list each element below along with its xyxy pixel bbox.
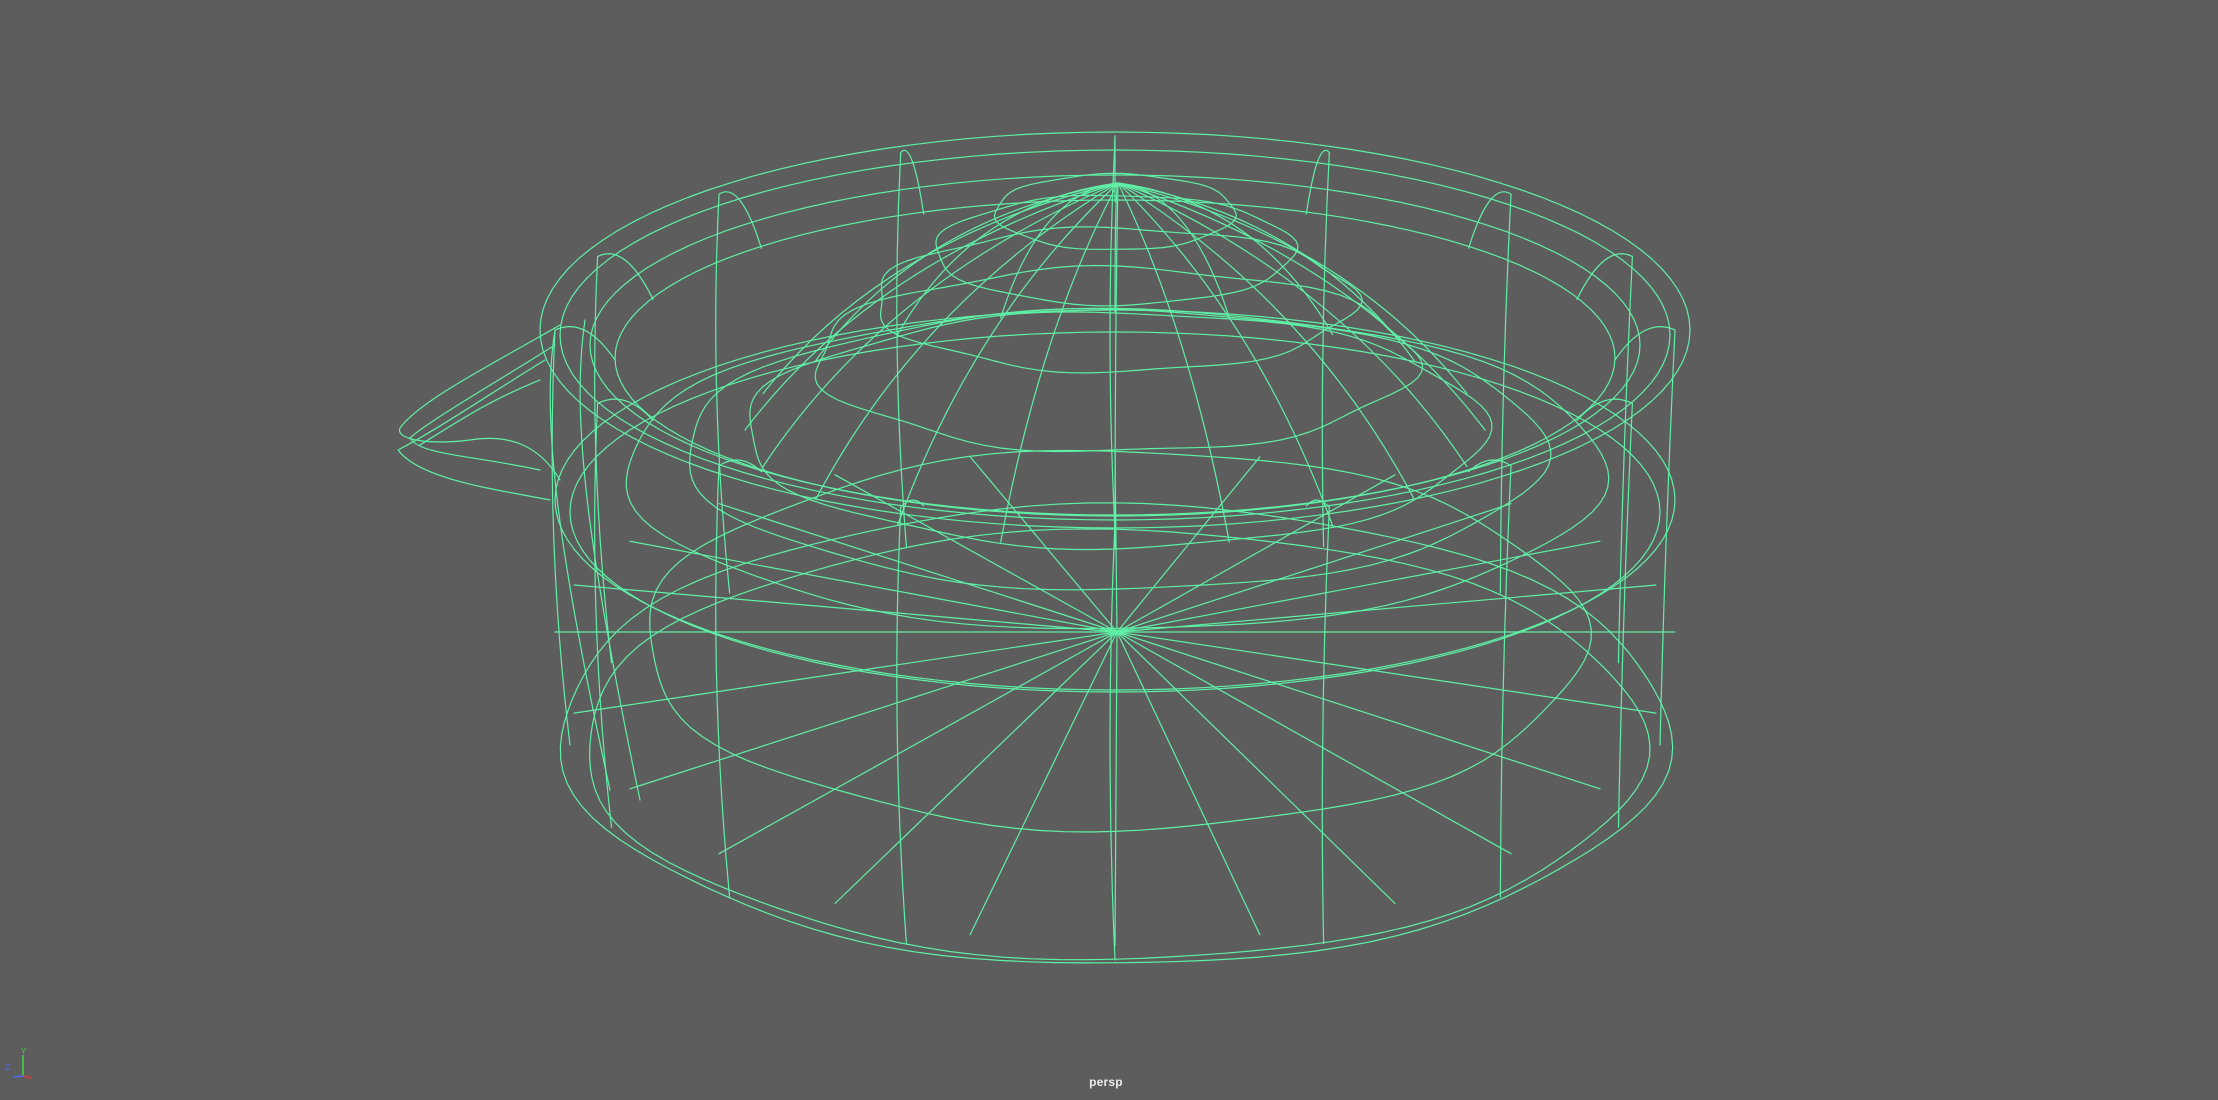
z-axis-line xyxy=(12,1075,24,1078)
wall-rib xyxy=(896,506,907,945)
camera-name-label: persp xyxy=(1089,1075,1123,1089)
floor-spoke xyxy=(1116,631,1396,905)
y-axis-label: Y xyxy=(21,1047,27,1056)
cone-ridge xyxy=(815,182,1119,362)
bowl-floor-ring xyxy=(649,449,1592,833)
spout-outline xyxy=(399,324,561,481)
wall-rib xyxy=(1659,329,1676,746)
cone-ridge xyxy=(1117,182,1230,543)
perspective-viewport[interactable]: Y Z persp xyxy=(0,0,2218,1100)
spout-edge xyxy=(419,379,541,446)
cone-ring-1 xyxy=(814,264,1424,453)
floor-spoke xyxy=(718,631,1118,855)
wall-rib xyxy=(594,402,613,828)
wall-rib xyxy=(1321,506,1330,945)
rim-rib xyxy=(1614,326,1676,361)
floor-spoke xyxy=(1116,631,1261,936)
rim-rib xyxy=(900,149,925,215)
floor-spoke xyxy=(834,631,1118,905)
wall-rib xyxy=(551,329,571,746)
rim-rib xyxy=(1576,398,1633,422)
floor-spoke xyxy=(1116,631,1512,855)
wall-rib xyxy=(1499,465,1512,898)
floor-spoke xyxy=(1116,456,1261,633)
x-axis-line xyxy=(22,1075,32,1079)
cone-ridge xyxy=(1000,182,1119,543)
rim-rib xyxy=(1576,253,1633,301)
floor-spoke xyxy=(1116,631,1601,790)
bowl-bottom-ring-2 xyxy=(589,528,1651,961)
juicer-wireframe-mesh[interactable] xyxy=(0,0,2218,1100)
floor-spoke xyxy=(718,503,1118,633)
rim-rib xyxy=(597,253,654,301)
floor-spoke xyxy=(629,631,1118,790)
wall-rib xyxy=(1321,152,1330,547)
cone-base-ring xyxy=(749,311,1493,551)
rim-rib xyxy=(1468,459,1512,473)
floor-spoke xyxy=(573,631,1118,714)
rim-rib xyxy=(718,459,762,473)
wall-rib xyxy=(1109,521,1116,961)
wall-rib xyxy=(715,465,731,898)
floor-spoke xyxy=(1114,631,1118,947)
rim-rib xyxy=(718,191,762,249)
axis-gizmo: Y Z xyxy=(5,1047,32,1079)
floor-spoke xyxy=(969,631,1118,936)
wall-rib xyxy=(896,152,907,547)
tray-floor-ring xyxy=(625,307,1610,630)
cone-ridge xyxy=(1117,182,1334,527)
floor-spoke xyxy=(1116,631,1657,714)
rim-rib xyxy=(1305,149,1330,215)
rim-rib xyxy=(554,326,616,361)
wall-rib xyxy=(1617,402,1633,828)
floor-spoke xyxy=(969,456,1118,633)
rim-rib xyxy=(597,398,654,422)
z-axis-label: Z xyxy=(5,1063,10,1072)
cone-ridge xyxy=(896,182,1119,527)
rim-rib xyxy=(1468,191,1512,249)
